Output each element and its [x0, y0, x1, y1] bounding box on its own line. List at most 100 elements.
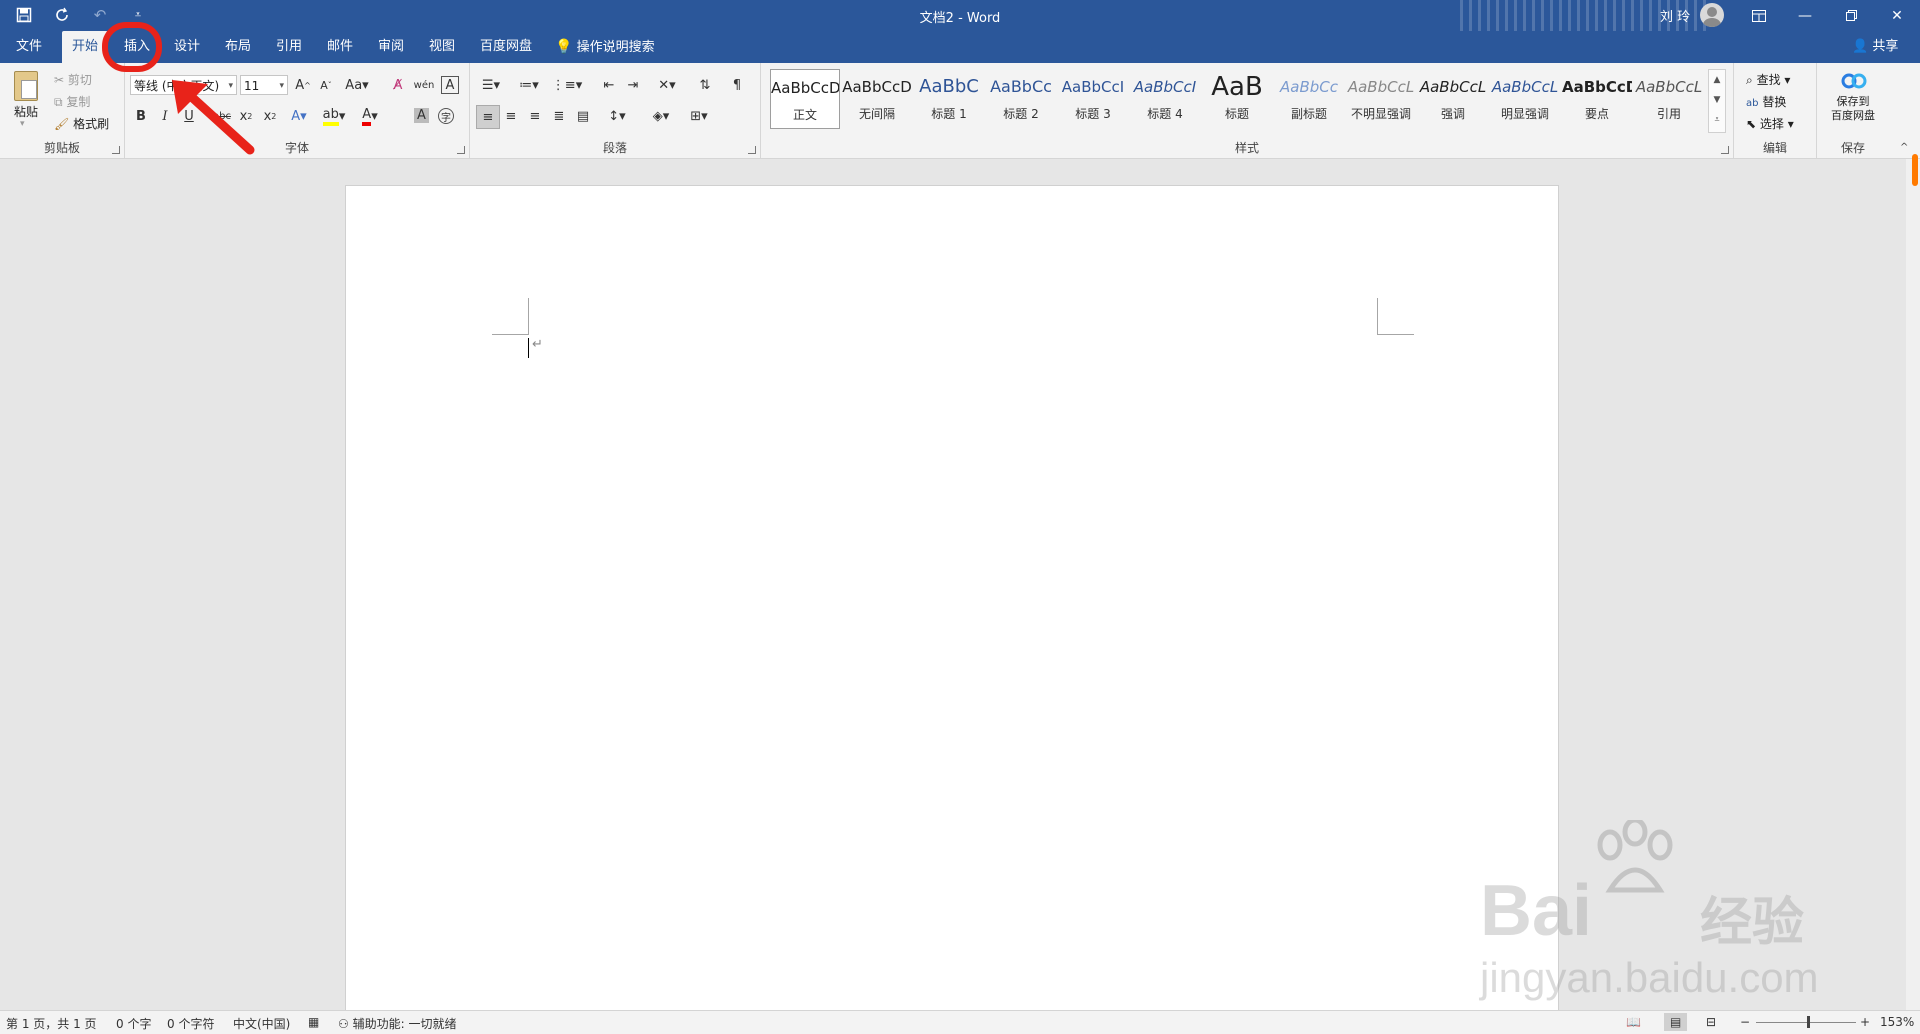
document-page[interactable]: ↵ [345, 185, 1559, 1017]
style-heading-2[interactable]: AaBbCc 标题 2 [986, 69, 1056, 129]
chinese-layout-icon[interactable]: ✕▾ [652, 74, 682, 96]
paragraph-launcher-icon[interactable] [748, 146, 756, 154]
chevron-up-icon[interactable]: ▲ [1709, 70, 1725, 90]
distributed-icon[interactable]: ▤ [572, 105, 594, 127]
web-layout-icon[interactable]: ⊟ [1706, 1015, 1716, 1029]
style-subtle-emphasis[interactable]: AaBbCcL 不明显强调 [1346, 69, 1416, 129]
align-center-icon[interactable]: ≡ [500, 105, 522, 127]
character-border-icon[interactable]: A [441, 76, 459, 94]
bullets-icon[interactable]: ☰▾ [476, 74, 506, 96]
copy-button[interactable]: ⧉ 复制 [54, 93, 90, 110]
style-quote[interactable]: AaBbCcL 引用 [1634, 69, 1704, 129]
paste-button[interactable]: 粘贴 [14, 103, 38, 120]
tab-review[interactable]: 审阅 [368, 31, 414, 63]
macro-record-icon[interactable]: ▦ [308, 1015, 319, 1029]
vertical-scrollbar[interactable] [1906, 159, 1920, 1010]
page-count[interactable]: 第 1 页，共 1 页 [6, 1015, 97, 1032]
styles-launcher-icon[interactable] [1721, 146, 1729, 154]
numbering-icon[interactable]: ≔▾ [514, 74, 544, 96]
multilevel-list-icon[interactable]: ⋮≡▾ [552, 74, 582, 96]
zoom-level[interactable]: 153% [1880, 1015, 1914, 1029]
align-left-icon[interactable]: ≡ [476, 105, 500, 129]
style-intense-emphasis[interactable]: AaBbCcL 明显强调 [1490, 69, 1560, 129]
read-mode-icon[interactable]: 📖 [1626, 1015, 1641, 1029]
phonetic-guide-icon[interactable]: wén [413, 74, 435, 96]
highlight-icon[interactable]: ab ▾ [320, 105, 348, 127]
share-button[interactable]: 👤 共享 [1852, 31, 1898, 63]
shrink-font-icon[interactable]: Aˇ [315, 74, 337, 96]
superscript-icon[interactable]: x2 [259, 105, 281, 127]
character-shading-icon[interactable]: A [414, 108, 429, 123]
style-heading-4[interactable]: AaBbCcI 标题 4 [1130, 69, 1200, 129]
sort-icon[interactable]: ⇅ [694, 74, 716, 96]
replace-icon: ab [1746, 98, 1759, 109]
increase-indent-icon[interactable]: ⇥ [622, 74, 644, 96]
zoom-in-icon[interactable]: + [1860, 1015, 1870, 1029]
tab-layout[interactable]: 布局 [215, 31, 261, 63]
more-icon[interactable]: ⩡ [1709, 110, 1725, 130]
style-heading-1[interactable]: AaBbC 标题 1 [914, 69, 984, 129]
style-name: 标题 2 [1003, 107, 1039, 121]
tab-baidu-netdisk[interactable]: 百度网盘 [470, 31, 542, 63]
tell-me-search[interactable]: 💡 操作说明搜索 [555, 31, 655, 63]
restore-icon[interactable] [1828, 0, 1874, 31]
change-case-icon[interactable]: Aa▾ [343, 74, 371, 96]
font-launcher-icon[interactable] [457, 146, 465, 154]
font-color-icon[interactable]: A ▾ [356, 105, 384, 127]
word-count[interactable]: 0 个字 [116, 1015, 151, 1032]
borders-icon[interactable]: ⊞▾ [684, 105, 714, 127]
zoom-slider-thumb[interactable] [1807, 1016, 1810, 1028]
styles-gallery-scroll[interactable]: ▲ ▼ ⩡ [1708, 69, 1726, 133]
grow-font-icon[interactable]: A ^ [292, 74, 314, 96]
justify-icon[interactable]: ≣ [548, 105, 570, 127]
style-normal[interactable]: AaBbCcD 正文 [770, 69, 840, 129]
tab-references[interactable]: 引用 [266, 31, 312, 63]
ribbon-display-options-icon[interactable] [1736, 0, 1782, 31]
zoom-out-icon[interactable]: − [1740, 1015, 1750, 1029]
tab-design[interactable]: 设计 [164, 31, 210, 63]
print-layout-icon[interactable]: ▤ [1664, 1013, 1688, 1031]
tab-file[interactable]: 文件 [6, 31, 52, 63]
line-spacing-icon[interactable]: ↕▾ [602, 105, 632, 127]
scrollbar-thumb[interactable] [1912, 154, 1918, 186]
show-marks-icon[interactable]: ¶ [726, 74, 748, 96]
style-strong[interactable]: AaBbCcD 要点 [1562, 69, 1632, 129]
chevron-down-icon[interactable]: ▼ [1709, 90, 1725, 110]
style-title[interactable]: AaB 标题 [1202, 69, 1272, 129]
decrease-indent-icon[interactable]: ⇤ [598, 74, 620, 96]
style-name: 无间隔 [858, 107, 895, 121]
style-heading-3[interactable]: AaBbCcI 标题 3 [1058, 69, 1128, 129]
replace-button[interactable]: ab 替换 [1746, 93, 1786, 110]
enclose-characters-icon[interactable]: 字 [438, 108, 454, 124]
paste-dropdown-icon[interactable]: ▾ [20, 119, 25, 129]
close-icon[interactable]: ✕ [1874, 0, 1920, 31]
user-name[interactable]: 刘 玲 [1660, 6, 1690, 25]
clear-formatting-icon[interactable]: A̸ [387, 74, 409, 96]
text-effects-icon[interactable]: A▾ [288, 105, 310, 127]
style-subtitle[interactable]: AaBbCc 副标题 [1274, 69, 1344, 129]
collapse-ribbon-icon[interactable]: ^ [1900, 142, 1908, 153]
language-indicator[interactable]: 中文(中国) [233, 1015, 290, 1032]
shading-icon[interactable]: ◈▾ [646, 105, 676, 127]
select-button[interactable]: ⬉ 选择 ▾ [1746, 115, 1794, 132]
find-button[interactable]: ⌕ 查找 ▾ [1746, 71, 1790, 88]
avatar[interactable] [1700, 3, 1724, 27]
style-no-spacing[interactable]: AaBbCcD 无间隔 [842, 69, 912, 129]
tab-mailings[interactable]: 邮件 [317, 31, 363, 63]
paste-icon[interactable] [14, 71, 38, 101]
accessibility-status[interactable]: ⚇ 辅助功能: 一切就绪 [338, 1015, 456, 1032]
clipboard-launcher-icon[interactable] [112, 146, 120, 154]
minimize-icon[interactable]: — [1782, 0, 1828, 31]
align-right-icon[interactable]: ≡ [524, 105, 546, 127]
format-painter-button[interactable]: 🖌 格式刷 [54, 115, 109, 132]
tab-view[interactable]: 视图 [419, 31, 465, 63]
style-emphasis[interactable]: AaBbCcL 强调 [1418, 69, 1488, 129]
char-count[interactable]: 0 个字符 [167, 1015, 214, 1032]
tell-me-label: 操作说明搜索 [576, 40, 655, 55]
format-painter-label: 格式刷 [73, 117, 110, 131]
baidu-netdisk-icon[interactable] [1841, 71, 1867, 94]
save-to-netdisk-button[interactable]: 保存到 百度网盘 [1823, 95, 1883, 123]
bold-icon[interactable]: B [130, 105, 152, 127]
cut-button[interactable]: ✂ 剪切 [54, 71, 92, 88]
zoom-slider[interactable] [1756, 1022, 1856, 1023]
